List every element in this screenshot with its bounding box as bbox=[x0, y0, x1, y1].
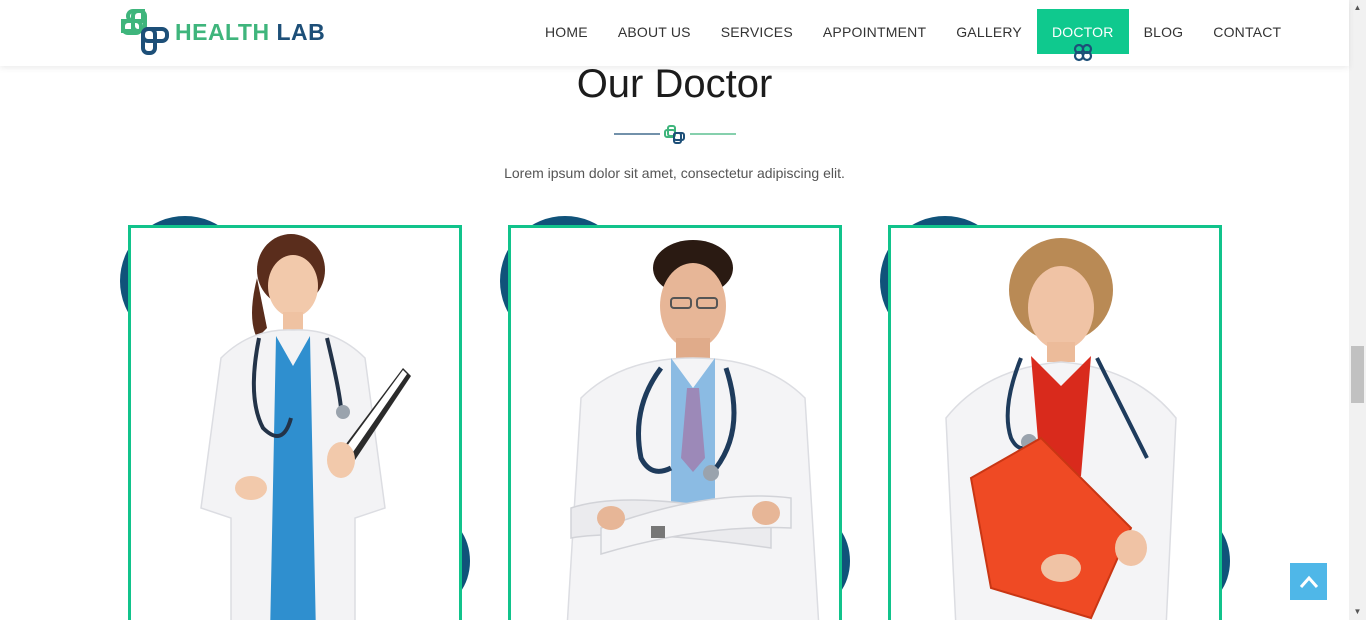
doctor-photo-frame bbox=[128, 225, 462, 620]
main-nav: HOME ABOUT US SERVICES APPOINTMENT GALLE… bbox=[530, 9, 1296, 62]
scroll-up-arrow-icon[interactable]: ▲ bbox=[1349, 0, 1366, 16]
male-doctor-arms-crossed-image bbox=[566, 240, 820, 620]
nav-label: SERVICES bbox=[720, 23, 793, 40]
female-doctor-with-red-folder-image bbox=[945, 238, 1177, 620]
doctor-card[interactable] bbox=[500, 216, 852, 620]
doctor-photo-frame bbox=[508, 225, 842, 620]
nav-label: DOCTOR bbox=[1051, 23, 1114, 40]
nav-item-doctor[interactable]: DOCTOR bbox=[1036, 9, 1129, 62]
nav-item-home[interactable]: HOME bbox=[530, 9, 603, 54]
scrollbar-thumb[interactable] bbox=[1351, 346, 1364, 403]
doctor-card[interactable] bbox=[120, 216, 472, 620]
female-doctor-with-clipboard-image bbox=[200, 234, 411, 620]
page-scrollbar[interactable]: ▲ ▼ bbox=[1349, 0, 1366, 620]
section-title: Our Doctor bbox=[576, 62, 773, 106]
scroll-down-arrow-icon[interactable]: ▼ bbox=[1349, 604, 1366, 620]
active-indicator-icon bbox=[1073, 44, 1092, 62]
brand-name-part2: LAB bbox=[276, 18, 326, 45]
nav-label: APPOINTMENT bbox=[822, 23, 927, 40]
nav-item-contact[interactable]: CONTACT bbox=[1198, 9, 1296, 54]
nav-label: CONTACT bbox=[1213, 23, 1282, 40]
title-divider-icon bbox=[614, 125, 736, 144]
nav-item-gallery[interactable]: GALLERY bbox=[941, 9, 1037, 54]
doctor-card[interactable] bbox=[880, 216, 1232, 620]
section-subtitle: Lorem ipsum dolor sit amet, consectetur … bbox=[504, 165, 845, 181]
nav-label: BLOG bbox=[1143, 23, 1184, 40]
nav-item-appointment[interactable]: APPOINTMENT bbox=[808, 9, 941, 54]
nav-label: HOME bbox=[545, 23, 588, 40]
back-to-top-button[interactable] bbox=[1290, 563, 1327, 600]
nav-label: ABOUT US bbox=[617, 23, 691, 40]
nav-item-blog[interactable]: BLOG bbox=[1129, 9, 1199, 54]
nav-item-about-us[interactable]: ABOUT US bbox=[603, 9, 706, 54]
brand-name: HEALTH LAB bbox=[175, 19, 325, 46]
brand-name-part1: HEALTH bbox=[175, 18, 270, 45]
nav-item-services[interactable]: SERVICES bbox=[706, 9, 808, 54]
medical-cross-logo-icon bbox=[121, 9, 169, 55]
doctor-photo-frame bbox=[888, 225, 1222, 620]
site-header: HEALTH LAB HOME ABOUT US SERVICES APPOIN… bbox=[0, 0, 1349, 66]
nav-label: GALLERY bbox=[956, 23, 1022, 40]
logo[interactable]: HEALTH LAB bbox=[119, 7, 325, 57]
chevron-up-icon bbox=[1299, 575, 1318, 588]
